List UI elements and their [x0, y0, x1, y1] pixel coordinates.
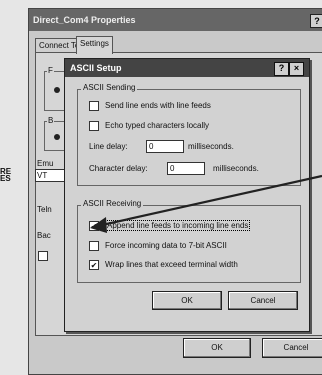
arrow-head — [90, 217, 107, 233]
arrow-icon — [90, 174, 322, 233]
arrow-shaft — [101, 174, 322, 227]
tab-settings[interactable]: Settings — [76, 36, 113, 54]
